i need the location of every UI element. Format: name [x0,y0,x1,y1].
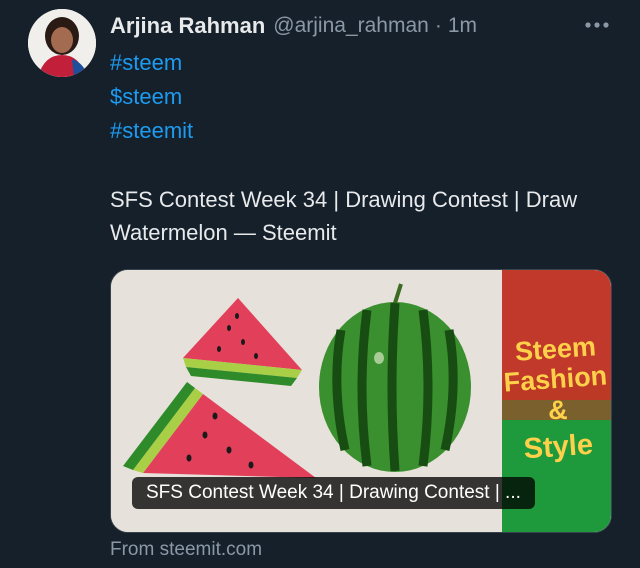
tweet-text: SFS Contest Week 34 | Drawing Contest | … [110,187,578,245]
hashtag-steemit[interactable]: #steemit [110,116,193,146]
more-horizontal-icon [585,22,609,28]
author-handle[interactable]: @arjina_rahman [273,14,429,38]
card-brand-line-4: Style [523,429,594,466]
cashtag-steem[interactable]: $steem [110,82,182,112]
timestamp[interactable]: 1m [448,14,477,38]
card-title: SFS Contest Week 34 | Drawing Contest | … [132,477,535,509]
author-name[interactable]: Arjina Rahman [110,13,265,39]
card-brand-line-3: & [548,395,568,425]
avatar[interactable] [28,9,96,77]
card-source[interactable]: From steemit.com [110,539,262,561]
more-options-button[interactable] [580,10,614,40]
link-card[interactable]: Steem Fashion & Style SFS Contest Week 3… [110,269,612,533]
separator-dot: · [434,14,442,37]
hashtag-steem[interactable]: #steem [110,48,182,78]
tweet-header: Arjina Rahman @arjina_rahman · 1m [110,10,477,42]
